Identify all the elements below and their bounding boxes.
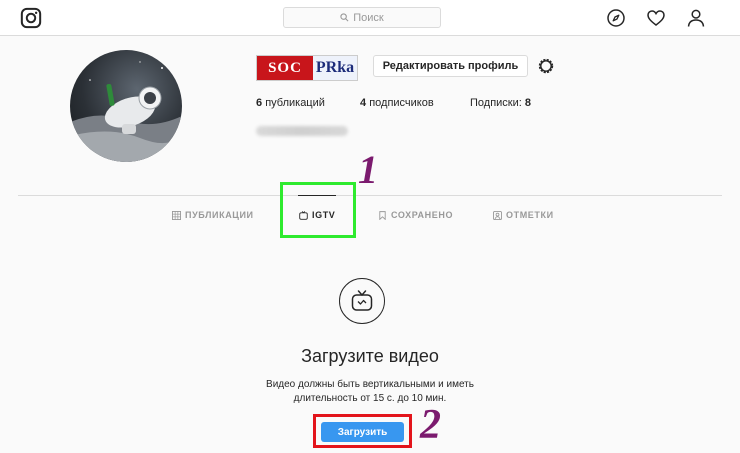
username-logo-part2: PRka (313, 56, 357, 80)
search-input[interactable]: Поиск (283, 7, 441, 28)
igtv-empty-icon (339, 278, 385, 324)
empty-state-text-line1: Видео должны быть вертикальными и иметь (266, 379, 474, 390)
followers-count: 4 (360, 97, 367, 109)
tab-publications[interactable]: ПУБЛИКАЦИИ (172, 209, 254, 221)
username-logo: SOC PRka (256, 55, 358, 81)
top-navigation-bar: Поиск (0, 0, 740, 36)
grid-icon (172, 210, 181, 220)
tab-saved[interactable]: СОХРАНЕНО (378, 209, 453, 221)
empty-state-title: Загрузите видео (301, 346, 439, 366)
empty-state-description: Видео должны быть вертикальными и иметь … (250, 378, 490, 406)
tab-publications-label: ПУБЛИКАЦИИ (185, 210, 254, 220)
posts-count: 6 (256, 97, 263, 109)
following-stat[interactable]: Подписки: 8 (470, 97, 531, 109)
compass-icon[interactable] (606, 8, 626, 28)
empty-state-text-line2: длительность от 15 с. до 10 мин. (293, 393, 447, 404)
posts-stat: 6 публикаций (256, 97, 325, 109)
annotation-number-1: 1 (358, 147, 378, 192)
tag-icon (493, 210, 502, 220)
tab-tagged-label: ОТМЕТКИ (506, 210, 554, 220)
following-label: Подписки: (470, 97, 522, 109)
bookmark-icon (379, 210, 386, 220)
tabs-divider (18, 195, 722, 196)
instagram-logo-icon[interactable] (20, 7, 42, 29)
tab-tagged[interactable]: ОТМЕТКИ (493, 209, 554, 221)
profile-avatar[interactable] (70, 50, 182, 162)
posts-label: публикаций (265, 97, 325, 109)
full-name-blurred (256, 126, 348, 136)
edit-profile-button[interactable]: Редактировать профиль (373, 55, 528, 77)
search-icon (340, 13, 349, 22)
heart-icon[interactable] (646, 8, 666, 28)
following-count: 8 (524, 97, 532, 109)
search-placeholder: Поиск (353, 11, 384, 24)
gear-icon[interactable] (536, 56, 556, 76)
followers-label: подписчиков (369, 97, 434, 109)
followers-stat[interactable]: 4 подписчиков (360, 97, 434, 109)
annotation-number-2: 2 (420, 402, 441, 448)
username-logo-part1: SOC (257, 56, 313, 80)
tab-saved-label: СОХРАНЕНО (391, 210, 454, 220)
igtv-tv-icon (351, 290, 373, 311)
igtv-tab-highlight (280, 182, 356, 238)
upload-button[interactable]: Загрузить (321, 422, 404, 442)
profile-icon[interactable] (686, 8, 706, 28)
avatar-image (70, 61, 182, 162)
